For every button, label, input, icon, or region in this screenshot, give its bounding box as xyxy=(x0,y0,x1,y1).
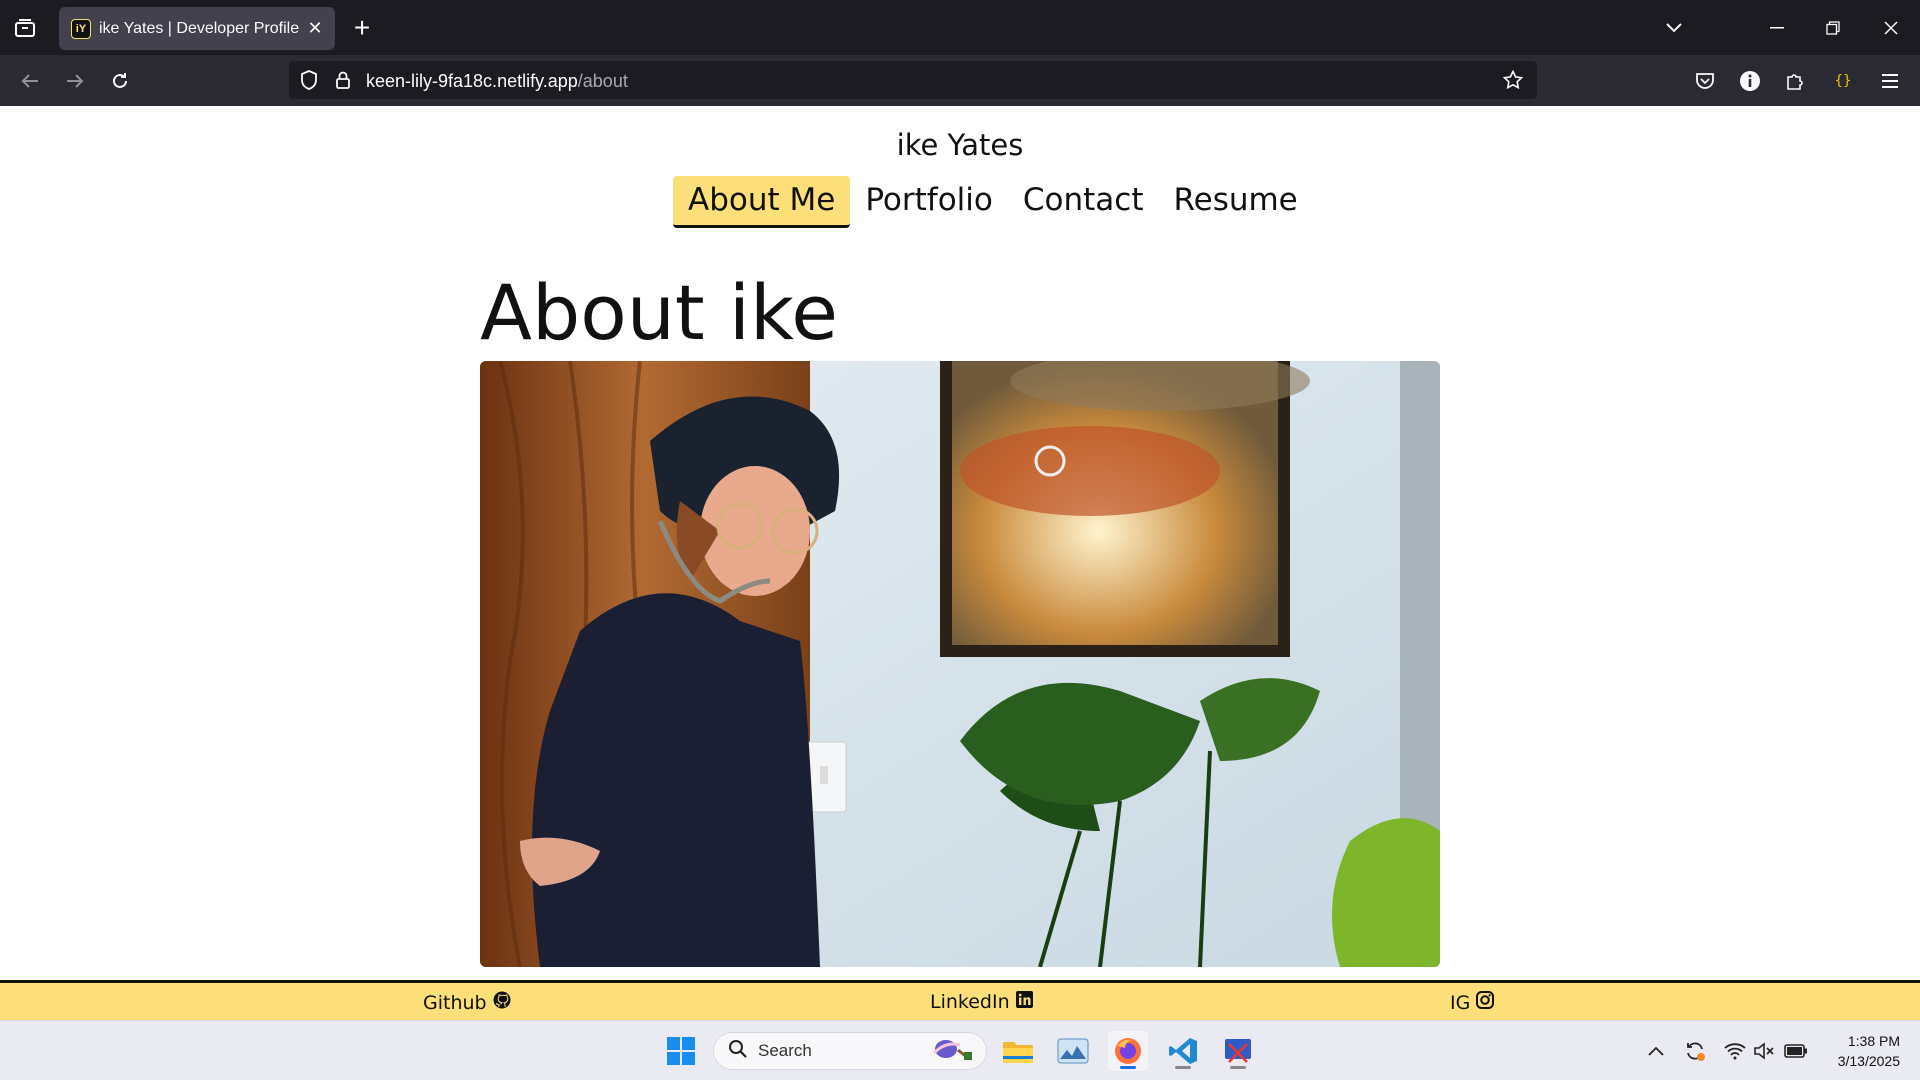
wifi-icon[interactable] xyxy=(1723,1039,1747,1063)
battery-icon[interactable] xyxy=(1784,1039,1808,1063)
clock-date: 3/13/2025 xyxy=(1837,1053,1900,1069)
tab-close-icon[interactable]: ✕ xyxy=(303,17,327,41)
snipping-tool-icon[interactable] xyxy=(1218,1031,1258,1071)
site-name: ike Yates xyxy=(896,128,1024,162)
linkedin-label: LinkedIn xyxy=(930,991,1010,1013)
speaker-muted-icon[interactable] xyxy=(1752,1039,1776,1063)
running-indicator xyxy=(1230,1066,1246,1069)
browser-tab-strip: iY ike Yates | Developer Profile ✕ + xyxy=(0,0,1920,55)
url-path: /about xyxy=(577,71,628,91)
github-icon xyxy=(493,991,511,1014)
linkedin-icon xyxy=(1015,991,1033,1013)
site-nav: About Me Portfolio Contact Resume xyxy=(673,176,1313,228)
url-bar[interactable]: keen-lily-9fa18c.netlify.app/about xyxy=(289,61,1537,99)
restore-icon[interactable] xyxy=(1816,12,1850,44)
menu-hamburger-icon[interactable] xyxy=(1873,64,1907,98)
nav-link-about-me[interactable]: About Me xyxy=(673,176,851,228)
profile-photo xyxy=(480,361,1440,967)
system-clock[interactable]: 1:38 PM 3/13/2025 xyxy=(1820,1031,1900,1071)
clock-time: 1:38 PM xyxy=(1847,1033,1900,1049)
nav-link-resume[interactable]: Resume xyxy=(1158,176,1312,228)
back-icon[interactable] xyxy=(13,64,47,98)
running-indicator xyxy=(1175,1066,1191,1069)
extensions-puzzle-icon[interactable] xyxy=(1778,64,1812,98)
json-extension-icon[interactable]: {} xyxy=(1826,64,1860,98)
tab-list-icon[interactable] xyxy=(10,14,40,42)
pocket-icon[interactable] xyxy=(1688,64,1722,98)
chevron-up-icon[interactable] xyxy=(1644,1039,1668,1063)
github-label: Github xyxy=(423,991,487,1014)
ig-link[interactable]: IG xyxy=(1450,991,1495,1014)
search-highlight-icon xyxy=(930,1036,974,1067)
minimize-icon[interactable] xyxy=(1760,12,1794,44)
taskbar: Search 1:38 PM 3/13/2025 xyxy=(0,1020,1920,1080)
search-label: Search xyxy=(758,1041,812,1060)
search-icon xyxy=(728,1039,748,1064)
github-link[interactable]: Github xyxy=(423,991,511,1014)
new-tab-icon[interactable]: + xyxy=(346,12,378,44)
site-footer: Github LinkedIn IG xyxy=(0,980,1920,1020)
url-text: keen-lily-9fa18c.netlify.app/about xyxy=(366,71,628,92)
url-host: keen-lily-9fa18c.netlify.app xyxy=(366,71,578,91)
list-all-tabs-icon[interactable] xyxy=(1657,12,1691,44)
file-explorer-icon[interactable] xyxy=(998,1031,1038,1071)
active-indicator xyxy=(1120,1066,1136,1069)
site-favicon-icon: iY xyxy=(71,18,91,39)
browser-nav-bar: keen-lily-9fa18c.netlify.app/about {} xyxy=(0,55,1920,106)
tab-title: ike Yates | Developer Profile xyxy=(99,19,300,37)
nav-link-contact[interactable]: Contact xyxy=(1008,176,1159,228)
forward-icon[interactable] xyxy=(58,64,92,98)
lock-icon[interactable] xyxy=(332,69,354,91)
vscode-icon[interactable] xyxy=(1163,1031,1203,1071)
reload-icon[interactable] xyxy=(103,64,137,98)
windows-start-icon[interactable] xyxy=(661,1031,701,1071)
taskbar-search[interactable]: Search xyxy=(713,1032,987,1070)
ig-label: IG xyxy=(1450,991,1471,1014)
page-title: About ike xyxy=(480,268,839,357)
photos-app-icon[interactable] xyxy=(1053,1031,1093,1071)
tracking-shield-icon[interactable] xyxy=(298,69,320,91)
linkedin-link[interactable]: LinkedIn xyxy=(930,991,1033,1013)
bookmark-star-icon[interactable] xyxy=(1502,69,1524,91)
browser-tab-active[interactable]: iY ike Yates | Developer Profile ✕ xyxy=(59,7,335,50)
nav-link-portfolio[interactable]: Portfolio xyxy=(850,176,1008,228)
firefox-taskbar-icon[interactable] xyxy=(1108,1031,1148,1071)
instagram-icon xyxy=(1476,991,1495,1014)
info-extension-icon[interactable] xyxy=(1733,64,1767,98)
close-window-icon[interactable] xyxy=(1874,12,1908,44)
sync-icon[interactable] xyxy=(1683,1039,1707,1063)
